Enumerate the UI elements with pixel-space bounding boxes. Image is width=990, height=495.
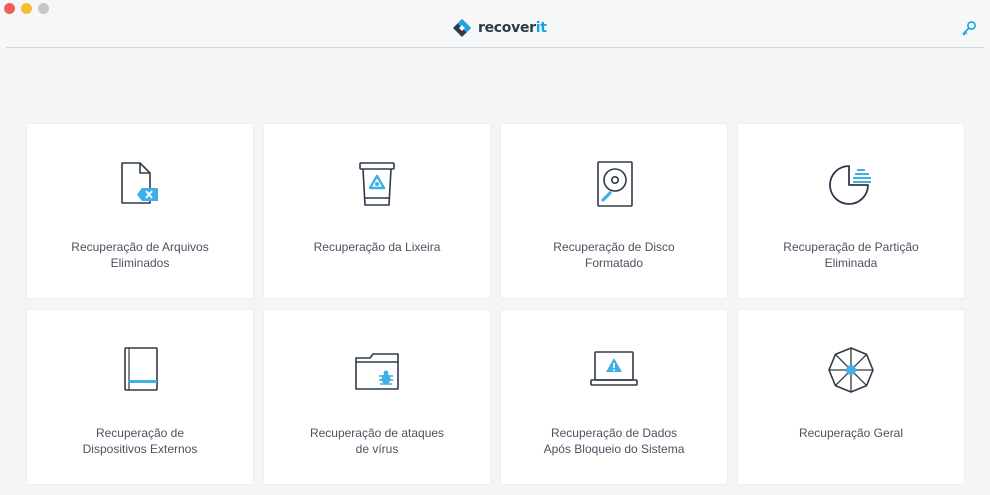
recoverit-logo-icon	[453, 19, 471, 37]
external-device-icon	[124, 347, 158, 391]
brand-suffix: it	[535, 20, 547, 36]
card-label-line1: Recuperação de Disco	[553, 240, 675, 254]
card-label-line1: Recuperação de ataques	[309, 426, 445, 440]
card-label-line1: Recuperação da Lixeira	[313, 240, 441, 254]
card-label-line1: Recuperação de	[95, 426, 185, 440]
card-label: Recuperação de Disco Formatado	[511, 239, 717, 271]
card-external-devices-recovery[interactable]: Recuperação de Dispositivos Externos	[27, 310, 253, 484]
brand-name: recoverit	[478, 20, 547, 36]
card-label-line2: Dispositivos Externos	[82, 442, 198, 456]
card-label-line2: de vírus	[355, 442, 399, 456]
close-window-button[interactable]	[4, 3, 15, 14]
app-brand: recoverit	[452, 17, 547, 39]
brand-prefix: recover	[478, 20, 536, 36]
formatted-disk-icon	[597, 161, 633, 207]
recovery-mode-grid: Recuperação de Arquivos Eliminados Recup…	[27, 124, 964, 484]
card-deleted-files-recovery[interactable]: Recuperação de Arquivos Eliminados	[27, 124, 253, 298]
card-virus-attack-recovery[interactable]: Recuperação de ataques de vírus	[264, 310, 490, 484]
crashed-system-icon	[590, 351, 638, 386]
card-label: Recuperação da Lixeira	[274, 239, 480, 255]
titlebar-divider	[6, 47, 984, 48]
card-label: Recuperação Geral	[748, 425, 954, 441]
recycle-bin-icon	[359, 162, 395, 206]
virus-folder-icon	[355, 353, 399, 390]
card-label-line2: Após Bloqueio do Sistema	[543, 442, 685, 456]
card-label: Recuperação de Dispositivos Externos	[37, 425, 243, 457]
card-label: Recuperação de Partição Eliminada	[748, 239, 954, 271]
card-label: Recuperação de Arquivos Eliminados	[37, 239, 243, 271]
partition-icon	[829, 165, 871, 205]
window-controls	[4, 3, 49, 14]
card-crashed-system-recovery[interactable]: Recuperação de Dados Após Bloqueio do Si…	[501, 310, 727, 484]
card-all-around-recovery[interactable]: Recuperação Geral	[738, 310, 964, 484]
card-label-line1: Recuperação de Dados	[550, 426, 678, 440]
card-label-line1: Recuperação de Arquivos	[71, 240, 209, 254]
card-label-line1: Recuperação de Partição	[783, 240, 919, 254]
zoom-window-button[interactable]	[38, 3, 49, 14]
minimize-window-button[interactable]	[21, 3, 32, 14]
card-deleted-partition-recovery[interactable]: Recuperação de Partição Eliminada	[738, 124, 964, 298]
card-recycle-bin-recovery[interactable]: Recuperação da Lixeira	[264, 124, 490, 298]
all-around-recovery-icon	[828, 347, 874, 393]
card-label-line2: Formatado	[584, 256, 644, 270]
card-label-line2: Eliminada	[824, 256, 878, 270]
card-formatted-disk-recovery[interactable]: Recuperação de Disco Formatado	[501, 124, 727, 298]
card-label: Recuperação de Dados Após Bloqueio do Si…	[511, 425, 717, 457]
card-label-line2: Eliminados	[110, 256, 170, 270]
key-icon[interactable]	[961, 20, 977, 36]
window-titlebar: recoverit	[0, 0, 990, 48]
deleted-file-icon	[121, 162, 158, 204]
card-label-line1: Recuperação Geral	[798, 426, 904, 440]
card-label: Recuperação de ataques de vírus	[274, 425, 480, 457]
